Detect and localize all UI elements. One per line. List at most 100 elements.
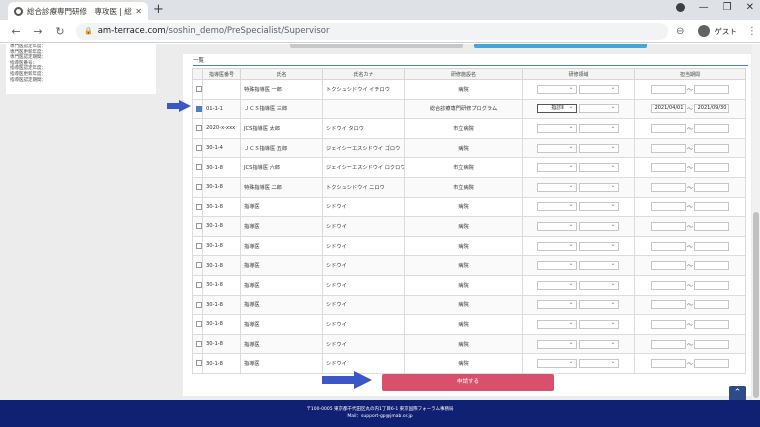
reload-icon[interactable]: ↻ — [54, 25, 66, 38]
area-select-2[interactable] — [578, 201, 619, 212]
period-to-input[interactable] — [694, 202, 729, 212]
browser-tab[interactable]: 総合診療専門研修 専攻医 | 総合 ✕ — [8, 2, 148, 20]
row-checkbox[interactable] — [196, 360, 202, 367]
period-to-input[interactable] — [694, 359, 729, 369]
area-select-2[interactable] — [578, 299, 619, 310]
area-select-2[interactable] — [578, 221, 619, 231]
row-checkbox[interactable] — [196, 184, 202, 191]
period-from-input[interactable] — [650, 221, 686, 231]
period-from-input[interactable] — [650, 261, 686, 271]
area-select-1[interactable] — [536, 241, 577, 251]
facility-text: 市立病院 — [453, 184, 474, 191]
period-to-input[interactable] — [694, 182, 729, 192]
period-to-input[interactable] — [694, 280, 729, 290]
period-from-input[interactable] — [650, 123, 686, 133]
period-from-input[interactable] — [650, 202, 686, 212]
cell-kana: トクシュシドウイ イチロウ — [322, 79, 405, 100]
area-select-1[interactable] — [536, 358, 577, 369]
period-to-input[interactable] — [694, 143, 729, 153]
area-select-2[interactable] — [578, 103, 619, 114]
row-checkbox[interactable] — [196, 144, 202, 151]
period-to-input[interactable]: 2021/09/30 — [694, 104, 729, 114]
period-to-input[interactable] — [694, 261, 729, 271]
area-select-1[interactable]: 指診Ⅱ — [536, 103, 577, 114]
area-select-1[interactable] — [536, 162, 577, 173]
maximize-icon[interactable]: ❐ — [723, 2, 732, 13]
row-checkbox[interactable] — [196, 301, 202, 308]
period-from-input[interactable] — [650, 182, 686, 192]
row-checkbox[interactable] — [196, 281, 202, 288]
row-checkbox[interactable] — [196, 321, 202, 328]
area-select-2[interactable] — [578, 241, 619, 251]
zoom-icon[interactable]: ⊖ — [676, 26, 684, 37]
period-to-input[interactable] — [694, 300, 729, 310]
period-from-input[interactable] — [650, 163, 686, 173]
more-menu-icon[interactable]: ⋮ — [747, 26, 757, 37]
period-to-input[interactable] — [694, 221, 729, 231]
page-scrollbar[interactable] — [752, 44, 760, 400]
period-from-input[interactable] — [650, 339, 686, 349]
area-select-2[interactable] — [578, 182, 619, 192]
period-to-input[interactable] — [694, 163, 729, 173]
row-checkbox[interactable] — [196, 223, 202, 230]
profile-button[interactable]: ゲスト — [698, 25, 737, 37]
period-to-input[interactable] — [694, 241, 729, 251]
area-select-1[interactable] — [536, 299, 577, 310]
address-bar[interactable]: 🔒 am-terrace.com/soshin_demo/PreSpeciali… — [76, 22, 668, 40]
period-to-input[interactable] — [694, 339, 729, 349]
area-select-2[interactable] — [578, 319, 619, 329]
period-from-input[interactable] — [650, 300, 686, 310]
top-blue-button[interactable] — [474, 44, 647, 48]
period-from-input[interactable]: 2021/04/01 — [650, 104, 686, 114]
area-select-2[interactable] — [578, 280, 619, 290]
period-from-input[interactable] — [650, 84, 686, 94]
row-checkbox[interactable] — [196, 105, 202, 112]
row-checkbox[interactable] — [196, 86, 202, 93]
tab-close-icon[interactable]: ✕ — [135, 7, 142, 16]
area-select-2[interactable] — [578, 84, 619, 94]
row-checkbox[interactable] — [196, 340, 202, 347]
area-select-1[interactable] — [536, 260, 577, 271]
period-from-input[interactable] — [650, 319, 686, 329]
area-select-1[interactable] — [536, 339, 577, 349]
period-to-input[interactable] — [694, 123, 729, 133]
area-select-2[interactable] — [578, 358, 619, 369]
facility-text: 病院 — [458, 282, 469, 289]
area-select-1[interactable] — [536, 201, 577, 212]
period-from-input[interactable] — [650, 359, 686, 369]
period-from-input[interactable] — [650, 280, 686, 290]
area-select-2[interactable] — [578, 260, 619, 271]
apply-button[interactable]: 申請する — [382, 374, 554, 391]
downloads-icon[interactable] — [675, 3, 685, 12]
forward-icon[interactable]: → — [32, 25, 44, 38]
period-from-input[interactable] — [650, 241, 686, 251]
minimize-icon[interactable]: — — [699, 2, 709, 13]
area-select-1[interactable] — [536, 221, 577, 231]
row-checkbox[interactable] — [196, 164, 202, 171]
apply-pointer-arrow-icon — [322, 371, 372, 389]
row-checkbox[interactable] — [196, 242, 202, 249]
area-select-2[interactable] — [578, 123, 619, 133]
period-from-input[interactable] — [650, 143, 686, 153]
scroll-to-top-button[interactable]: ⌃ — [729, 386, 746, 401]
row-checkbox[interactable] — [196, 125, 202, 132]
area-select-1[interactable] — [536, 280, 577, 290]
area-select-2[interactable] — [578, 339, 619, 349]
area-select-2[interactable] — [578, 162, 619, 173]
row-checkbox[interactable] — [196, 203, 202, 210]
name-text: 指導医 — [244, 282, 260, 289]
area-select-2[interactable] — [578, 143, 619, 153]
area-select-1[interactable] — [536, 84, 577, 94]
area-select-1[interactable] — [536, 123, 577, 133]
area-select-1[interactable] — [536, 319, 577, 329]
scrollbar-thumb[interactable] — [753, 212, 759, 398]
row-checkbox[interactable] — [196, 262, 202, 269]
back-icon[interactable]: ← — [10, 25, 22, 38]
area-select-1[interactable] — [536, 143, 577, 153]
period-to-input[interactable] — [694, 319, 729, 329]
period-to-input[interactable] — [694, 84, 729, 94]
area-select-1[interactable] — [536, 182, 577, 192]
close-window-icon[interactable]: ✕ — [746, 2, 754, 13]
top-gray-button[interactable] — [290, 44, 463, 48]
new-tab-icon[interactable]: + — [153, 2, 164, 18]
